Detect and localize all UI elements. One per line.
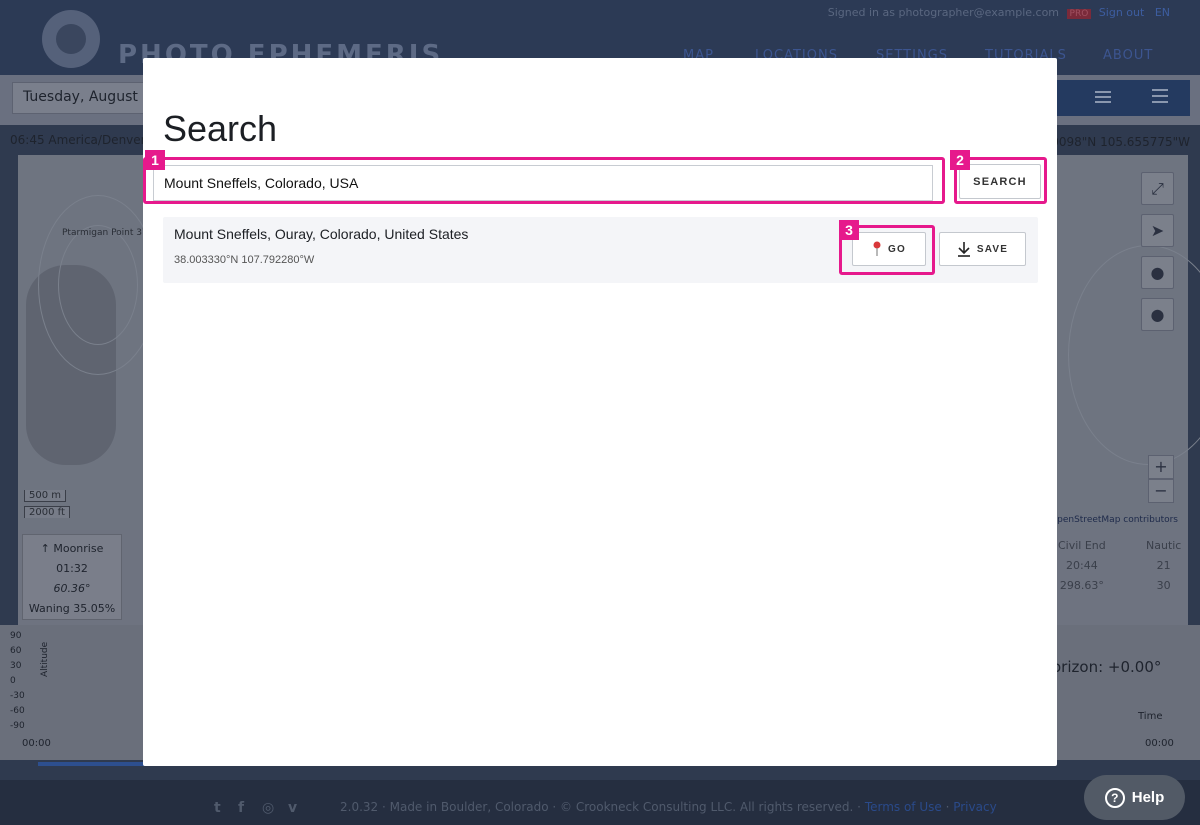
result-coordinates: 38.003330°N 107.792280°W [174,254,315,266]
result-name: Mount Sneffels, Ouray, Colorado, United … [174,226,469,242]
facebook-icon[interactable]: f [238,800,244,816]
scale-meters: 500 m [24,490,67,502]
layout-buttons[interactable] [1057,80,1190,116]
terms-link[interactable]: Terms of Use [865,800,942,814]
zoom-in-button[interactable]: + [1148,455,1174,479]
civil-end-card: Civil End 20:44 298.63° [1058,536,1106,596]
moonrise-card: ↑ Moonrise 01:32 60.36° Waning 35.05% [22,534,122,620]
privacy-link[interactable]: Privacy [953,800,996,814]
moonrise-time: 01:32 [56,562,88,575]
scale-feet: 2000 ft [24,506,70,518]
save-label: SAVE [976,243,1009,255]
question-icon: ? [1104,787,1125,808]
civil-end-label: Civil End [1058,539,1106,552]
save-button[interactable]: SAVE [939,232,1026,266]
vimeo-icon[interactable]: v [288,800,297,816]
tick-60: 60 [10,646,22,656]
tick-neg30: -30 [10,691,25,701]
help-button[interactable]: ? Help [1084,775,1185,820]
map-attribution: OpenStreetMap contributors [1050,515,1178,525]
nautical-card: Nautic 21 30 [1146,536,1181,596]
annotation-label-3: 3 [839,220,859,240]
moon-phase: Waning 35.05% [28,602,116,615]
annotation-label-1: 1 [145,150,165,170]
zoom-out-button[interactable]: − [1148,479,1174,503]
pro-badge: PRO [1066,9,1092,19]
twitter-icon[interactable]: t [214,800,221,816]
annotation-label-2: 2 [950,150,970,170]
help-label: Help [1131,789,1165,806]
altitude-axis-label: Altitude [40,641,50,677]
instagram-icon[interactable]: ◎ [262,800,274,816]
civil-end-azimuth: 298.63° [1059,579,1104,592]
nautical-azimuth: 30 [1156,579,1171,592]
language-link[interactable]: EN [1155,6,1170,19]
download-icon [957,242,970,257]
fullscreen-icon[interactable]: ⤢ [1141,172,1174,205]
time-axis-label: Time [1138,711,1163,722]
pin-icon[interactable]: ● [1141,256,1174,289]
pin-secondary-icon[interactable]: ● [1141,298,1174,331]
tick-30: 30 [10,661,22,671]
time-end: 00:00 [1145,738,1174,749]
logo-icon [42,10,100,68]
moonrise-label: Moonrise [53,542,104,555]
sign-out-link[interactable]: Sign out [1099,6,1145,19]
horizon-readout: orizon: +0.00° [1052,658,1162,676]
annotation-box-1 [143,157,945,204]
arrow-up-icon: ↑ [40,542,50,555]
timezone-text: 06:45 America/Denver - [10,133,154,147]
tick-0: 0 [10,676,16,686]
modal-title: Search [163,108,278,149]
date-picker[interactable]: Tuesday, August 3rd [12,82,152,114]
signed-in-text: Signed in as photographer@example.com [827,6,1060,19]
tick-neg60: -60 [10,706,25,716]
nautical-time: 21 [1156,559,1171,572]
footer-text: 2.0.32 · Made in Boulder, Colorado · © C… [340,800,997,814]
account-info: Signed in as photographer@example.com PR… [828,6,1170,19]
locate-icon[interactable]: ➤ [1141,214,1174,247]
time-start: 00:00 [22,738,51,749]
footer-copyright: 2.0.32 · Made in Boulder, Colorado · © C… [340,800,865,814]
nav-about[interactable]: ABOUT [1103,48,1153,63]
moonrise-azimuth: 60.36° [53,582,91,595]
nautical-label: Nautic [1146,539,1182,552]
tick-90: 90 [10,631,22,641]
coordinates-text: 10098"N 105.655775"W [1043,135,1190,149]
civil-end-time: 20:44 [1066,559,1098,572]
time-slider[interactable] [38,762,148,766]
tick-neg90: -90 [10,721,25,731]
